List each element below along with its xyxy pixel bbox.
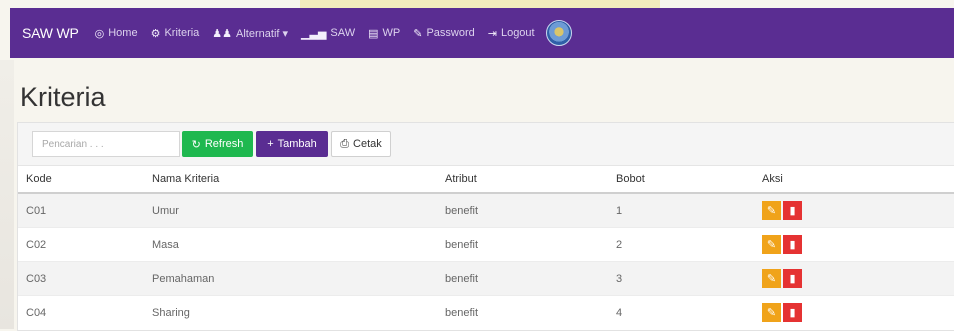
column-header-nama: Nama Kriteria (144, 166, 437, 194)
table-row: C01 Umur benefit 1 ✎ ▮ (18, 192, 954, 228)
nav-item-label: Logout (500, 27, 535, 39)
plus-icon: + (267, 138, 274, 150)
cell-bobot: 3 (608, 261, 754, 296)
nav-item-kriteria[interactable]: ⚙ Kriteria (151, 27, 200, 40)
cell-bobot: 4 (608, 295, 754, 329)
cell-kode: C04 (18, 295, 144, 329)
trash-icon[interactable]: ▮ (783, 303, 802, 322)
gear-icon: ⚙ (150, 27, 161, 40)
content-panel: ↻ Refresh + Tambah ⎙ Cetak Kode Nama Kri… (17, 122, 954, 331)
nav-item-saw[interactable]: ▁▃▅ SAW (301, 27, 355, 40)
cell-nama: Umur (144, 192, 437, 228)
refresh-label: Refresh (204, 138, 244, 150)
cell-bobot: 2 (608, 227, 754, 262)
briefcase-icon: ▤ (368, 27, 379, 40)
nav-item-label: Home (108, 27, 138, 39)
navbar-brand[interactable]: SAW WP (22, 25, 79, 41)
table-row: C03 Pemahaman benefit 3 ✎ ▮ (18, 261, 954, 296)
logout-icon: ⇥ (487, 27, 497, 40)
dashboard-icon: ◎ (94, 27, 105, 40)
trash-icon[interactable]: ▮ (783, 201, 802, 220)
pencil-icon: ✎ (413, 27, 423, 40)
edit-icon[interactable]: ✎ (762, 235, 781, 254)
cell-aksi: ✎ ▮ (754, 192, 954, 228)
cell-kode: C02 (18, 227, 144, 262)
nav-item-home[interactable]: ◎ Home (95, 27, 138, 40)
cell-atribut: benefit (437, 261, 608, 296)
print-button[interactable]: ⎙ Cetak (331, 131, 391, 157)
column-header-kode: Kode (18, 166, 144, 194)
cell-atribut: benefit (437, 227, 608, 262)
edit-icon[interactable]: ✎ (762, 269, 781, 288)
nav-item-label: Password (426, 27, 475, 39)
refresh-button[interactable]: ↻ Refresh (182, 131, 253, 157)
cell-aksi: ✎ ▮ (754, 261, 954, 296)
nav-item-label: SAW (330, 27, 356, 39)
page-title: Kriteria (20, 82, 106, 112)
cell-nama: Pemahaman (144, 261, 437, 296)
column-header-aksi: Aksi (754, 166, 954, 194)
add-button[interactable]: + Tambah (256, 131, 328, 157)
users-icon: ♟♟ (212, 27, 233, 40)
table-header-row: Kode Nama Kriteria Atribut Bobot Aksi (18, 166, 954, 194)
column-header-atribut: Atribut (437, 166, 608, 194)
nav-item-alternatif[interactable]: ♟♟ Alternatif ▾ (212, 27, 288, 40)
cell-aksi: ✎ ▮ (754, 227, 954, 262)
nav-item-wp[interactable]: ▤ WP (368, 27, 400, 40)
column-header-bobot: Bobot (608, 166, 754, 194)
nav-item-label: Kriteria (164, 27, 200, 39)
cell-kode: C03 (18, 261, 144, 296)
table-row: C02 Masa benefit 2 ✎ ▮ (18, 227, 954, 262)
cell-nama: Masa (144, 227, 437, 262)
cell-kode: C01 (18, 192, 144, 228)
table-row: C04 Sharing benefit 4 ✎ ▮ (18, 295, 954, 329)
nav-item-label: Alternatif ▾ (236, 27, 289, 40)
print-label: Cetak (353, 138, 382, 150)
add-label: Tambah (277, 138, 317, 150)
nav-item-logout[interactable]: ⇥ Logout (488, 27, 535, 40)
nav-item-password[interactable]: ✎ Password (413, 27, 475, 40)
criteria-table: Kode Nama Kriteria Atribut Bobot Aksi C0… (18, 166, 954, 329)
cell-nama: Sharing (144, 295, 437, 329)
trash-icon[interactable]: ▮ (783, 269, 802, 288)
edit-icon[interactable]: ✎ (762, 303, 781, 322)
cell-atribut: benefit (437, 295, 608, 329)
cell-atribut: benefit (437, 192, 608, 228)
avatar[interactable] (545, 20, 572, 46)
cell-aksi: ✎ ▮ (754, 295, 954, 329)
nav-item-label: WP (382, 27, 401, 39)
signal-icon: ▁▃▅ (301, 27, 327, 40)
navbar: SAW WP ◎ Home ⚙ Kriteria ♟♟ Alternatif ▾… (10, 8, 954, 58)
edit-icon[interactable]: ✎ (762, 201, 781, 220)
printer-icon: ⎙ (340, 137, 350, 150)
trash-icon[interactable]: ▮ (783, 235, 802, 254)
refresh-icon: ↻ (191, 138, 201, 151)
background-decoration-left (0, 60, 14, 329)
toolbar: ↻ Refresh + Tambah ⎙ Cetak (18, 123, 954, 166)
cell-bobot: 1 (608, 192, 754, 228)
search-input[interactable] (32, 131, 180, 157)
